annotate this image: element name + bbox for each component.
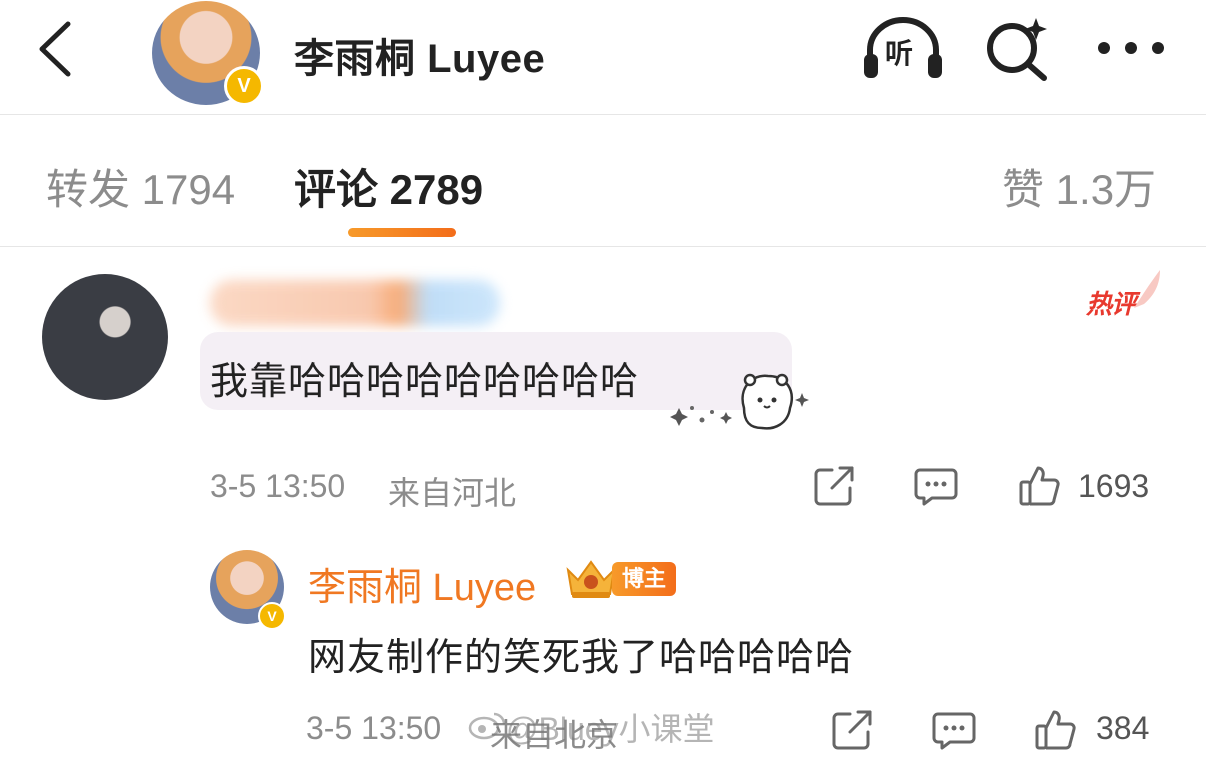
share-button[interactable] (812, 464, 856, 508)
back-button[interactable] (30, 18, 80, 80)
active-tab-indicator (348, 228, 456, 237)
verified-badge-icon: V (258, 602, 286, 630)
like-button[interactable] (1034, 708, 1078, 752)
header-divider (0, 114, 1206, 115)
search-button[interactable] (984, 16, 1050, 82)
tabs-divider (0, 246, 1206, 247)
crown-icon (566, 560, 616, 598)
share-button[interactable] (830, 708, 874, 752)
like-count: 384 (1096, 710, 1150, 746)
share-icon (832, 710, 872, 750)
reply-text[interactable]: 网友制作的笑死我了哈哈哈哈哈 (308, 626, 854, 681)
cute-bear-sticker-icon (670, 373, 809, 430)
hot-feather-icon (1134, 270, 1160, 308)
hot-comment-tag: 热评 (1086, 289, 1137, 319)
share-icon (814, 466, 854, 506)
reply-button[interactable] (932, 708, 976, 752)
commenter-name-blurred[interactable] (210, 280, 500, 326)
listen-label: 听 (885, 38, 914, 69)
thumbs-up-icon (1035, 710, 1076, 750)
search-sparkle-icon (987, 18, 1047, 81)
more-dots-icon (1098, 42, 1164, 54)
like-count: 1693 (1078, 468, 1150, 504)
more-button[interactable] (1094, 34, 1168, 62)
author-badge: 博主 (612, 562, 676, 596)
verified-badge-icon: V (224, 66, 264, 106)
page-title[interactable]: 李雨桐 Luyee (294, 26, 545, 84)
thumbs-up-icon (1019, 466, 1060, 506)
tab-comment[interactable]: 评论 2789 (294, 156, 483, 217)
reply-author-name[interactable]: 李雨桐 Luyee (308, 556, 536, 611)
comment-text[interactable]: 我靠哈哈哈哈哈哈哈哈哈 (210, 350, 639, 405)
like-button[interactable] (1018, 464, 1062, 508)
reply-button[interactable] (914, 464, 958, 508)
watermark: @Bluey小课堂 (506, 711, 715, 747)
chevron-left-icon (39, 21, 71, 77)
comment-location: 来自河北 (388, 475, 517, 511)
comment-bubble-icon (932, 712, 976, 750)
tab-repost[interactable]: 转发 1794 (46, 156, 235, 217)
reply-time: 3-5 13:50 (306, 710, 442, 746)
commenter-avatar[interactable] (42, 274, 168, 400)
comment-time: 3-5 13:50 (210, 468, 346, 504)
comment-bubble-icon (914, 468, 958, 506)
tab-like[interactable]: 赞 1.3万 (1002, 156, 1156, 217)
